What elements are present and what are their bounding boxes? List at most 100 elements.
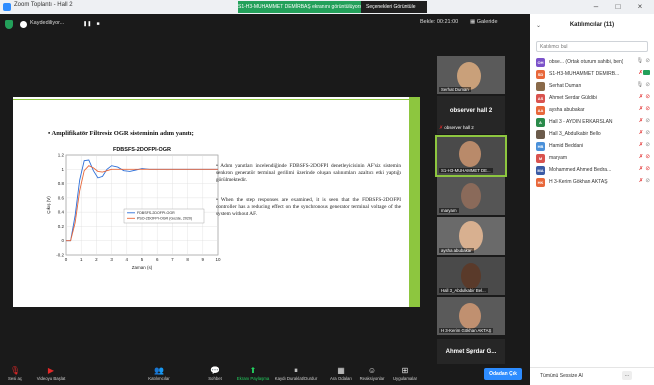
participants-button[interactable]: 👥 Katılımcılar <box>144 366 174 381</box>
participant-status-icons: ✗ ⊘ <box>639 94 650 100</box>
participant-row[interactable]: Hall 3_Abdulkabir Bello ✗ ⊘ <box>530 128 654 140</box>
security-shield-icon[interactable] <box>5 20 13 29</box>
participant-name: S1-H3-MUHAMMET DEMİRB... <box>549 71 620 77</box>
breakout-rooms-icon: ▦ <box>337 366 345 375</box>
muted-mic-icon: ✗ <box>439 125 444 131</box>
participants-panel: ⌄ Katılımcılar (11) OH obse... (Ortak otu… <box>530 14 654 385</box>
minimize-button[interactable]: – <box>586 1 606 13</box>
participant-row[interactable]: Serhat Duman 🎙 ⊘ <box>530 80 654 92</box>
y-axis-label: Çıkış (V) <box>46 196 51 214</box>
chat-button[interactable]: 💬 Sohbet <box>205 366 225 381</box>
y-tick-label: 0 <box>61 238 64 243</box>
participant-face <box>461 183 481 209</box>
avatar: MA <box>536 166 545 175</box>
apps-icon: ⊞ <box>401 366 409 375</box>
participants-label: Katılımcılar <box>148 376 170 381</box>
video-tile-muhammet[interactable]: S1-H3-MUHAMMET DE... <box>435 135 507 177</box>
record-button[interactable]: ⏸ Kaydı Duraklat/Durdur <box>273 366 319 381</box>
close-button[interactable]: × <box>630 1 650 13</box>
unmute-button[interactable]: 🎙 Sesi aç <box>4 366 26 381</box>
x-tick-label: 9 <box>202 257 205 262</box>
participant-row[interactable]: Mmaryam ✗ ⊘ <box>530 152 654 164</box>
y-tick-label: -0.2 <box>56 253 64 258</box>
view-options-button[interactable]: Seçenekleri Görüntüle <box>361 1 427 13</box>
apps-button[interactable]: ⊞ Uygulamalar <box>390 366 420 381</box>
tile-small-name: ✗observer hall 2 <box>439 125 474 131</box>
x-tick-label: 3 <box>110 257 113 262</box>
avatar: HB <box>536 142 545 151</box>
slide-side-bar <box>409 97 420 307</box>
video-tile-serhat[interactable]: Serhat Duman <box>437 56 505 94</box>
video-off-icon: ⊘ <box>645 178 650 184</box>
maximize-button[interactable]: □ <box>608 1 628 13</box>
participant-name: aysha abubakar <box>549 107 585 113</box>
participant-row[interactable]: HK H 3-Kerim Gökhan AKTAŞ ✗ ⊘ <box>530 176 654 188</box>
tile-name: S1-H3-MUHAMMET DE... <box>439 168 493 173</box>
tile-big-name: observer hall 2 <box>449 108 493 114</box>
y-tick-label: 0.4 <box>58 210 65 215</box>
muted-mic-icon: ✗ <box>638 154 644 160</box>
reactions-button[interactable]: ☺ Reaksiyonlar <box>358 366 386 381</box>
record-label: Kaydı Duraklat/Durdur <box>274 376 318 381</box>
participant-row[interactable]: SD S1-H3-MUHAMMET DEMİRB... ✗ <box>530 68 654 80</box>
leave-room-button[interactable]: Odadan Çık <box>484 368 522 380</box>
participant-status-icons: ✗ ⊘ <box>639 142 650 148</box>
participant-search-input[interactable] <box>536 41 648 52</box>
x-tick-label: 0 <box>65 257 68 262</box>
apps-label: Uygulamalar <box>392 376 418 381</box>
participant-row[interactable]: MA Mohammed Ahmed Bedra... ✗ ⊘ <box>530 164 654 176</box>
record-pause-icon: ⏸ <box>294 366 298 375</box>
zoom-app-icon <box>3 3 11 11</box>
participant-status-icons: ✗ ⊘ <box>639 106 650 112</box>
participant-name: Serhat Duman <box>549 83 582 89</box>
y-tick-label: 0.8 <box>58 181 65 186</box>
participant-face <box>459 221 483 251</box>
video-off-icon: ▶ <box>47 366 55 375</box>
avatar: AS <box>536 94 545 103</box>
x-tick-label: 7 <box>171 257 174 262</box>
legend-label: FDBSFS-2DOFPI-OGR <box>137 211 175 215</box>
meeting-top-bar: Kaydediliyor... ❚❚ ■ Bekle: 00:21:00 ▦ G… <box>0 14 530 36</box>
chevron-down-icon[interactable]: ⌄ <box>464 348 478 358</box>
pause-recording-button[interactable]: ❚❚ <box>83 21 91 28</box>
participant-name: Hall 3_Abdulkabir Bello <box>549 131 601 137</box>
participant-row[interactable]: HB Hamid Beddani ✗ ⊘ <box>530 140 654 152</box>
video-off-icon: ⊘ <box>645 58 650 64</box>
muted-mic-icon: ✗ <box>638 142 644 148</box>
participant-row[interactable]: AA aysha abubakar ✗ ⊘ <box>530 104 654 116</box>
mic-icon: 🎙 <box>636 58 644 64</box>
mute-all-button[interactable]: Tümünü Sessize Al <box>540 373 583 379</box>
screen-share-banner: S1-H3-MUHAMMET DEMİRBAŞ ekranını görüntü… <box>238 1 361 13</box>
breakout-rooms-label: Ara Odaları <box>330 376 352 381</box>
share-screen-icon: ⬆ <box>249 366 257 375</box>
participant-status-icons: ✗ ⊘ <box>639 178 650 184</box>
breakout-rooms-button[interactable]: ▦ Ara Odaları <box>328 366 354 381</box>
reactions-label: Reaksiyonlar <box>359 376 385 381</box>
avatar: AA <box>536 106 545 115</box>
video-tile-kerim[interactable]: H 3-Kerim Gökhan AKTAŞ <box>437 297 505 335</box>
participant-name: maryam <box>549 155 568 161</box>
video-tile-abdulkabir[interactable]: Hall 3_Abdulkabir Bel... <box>437 257 505 295</box>
muted-mic-icon: ✗ <box>638 106 644 112</box>
participant-row[interactable]: A Hall 3 - AYDIN ERKARSLAN ✗ ⊘ <box>530 116 654 128</box>
y-tick-label: 1.2 <box>58 153 65 158</box>
x-tick-label: 4 <box>126 257 129 262</box>
video-tile-observer[interactable]: observer hall 2 ✗observer hall 2 <box>437 96 505 134</box>
stop-recording-button[interactable]: ■ <box>94 21 102 28</box>
tile-small-label: observer hall 2 <box>444 125 474 130</box>
participant-face <box>459 303 481 329</box>
participant-row[interactable]: AS Ahmet Serdar Güldibi ✗ ⊘ <box>530 92 654 104</box>
participant-row[interactable]: OH obse... (Ortak oturum sahibi, ben) 🎙 ⊘ <box>530 56 654 68</box>
avatar: M <box>536 154 545 163</box>
x-tick-label: 5 <box>141 257 144 262</box>
chart-title: FDBSFS-2DOFPI-OGR <box>113 147 171 153</box>
video-tile-aysha[interactable]: aysha abubakar <box>437 217 505 255</box>
share-screen-button[interactable]: ⬆ Ekranı Paylaşma <box>234 366 272 381</box>
video-tile-maryam[interactable]: maryam <box>437 177 505 215</box>
more-options-button[interactable]: ... <box>622 371 632 380</box>
start-video-button[interactable]: ▶ Videoyu Başlat <box>34 366 68 381</box>
window-title: Zoom Toplantı - Hall 2 <box>14 2 73 8</box>
participant-name: H 3-Kerim Gökhan AKTAŞ <box>549 179 608 185</box>
reactions-icon: ☺ <box>367 366 377 375</box>
gallery-view-button[interactable]: ▦ Galeride <box>470 19 498 25</box>
